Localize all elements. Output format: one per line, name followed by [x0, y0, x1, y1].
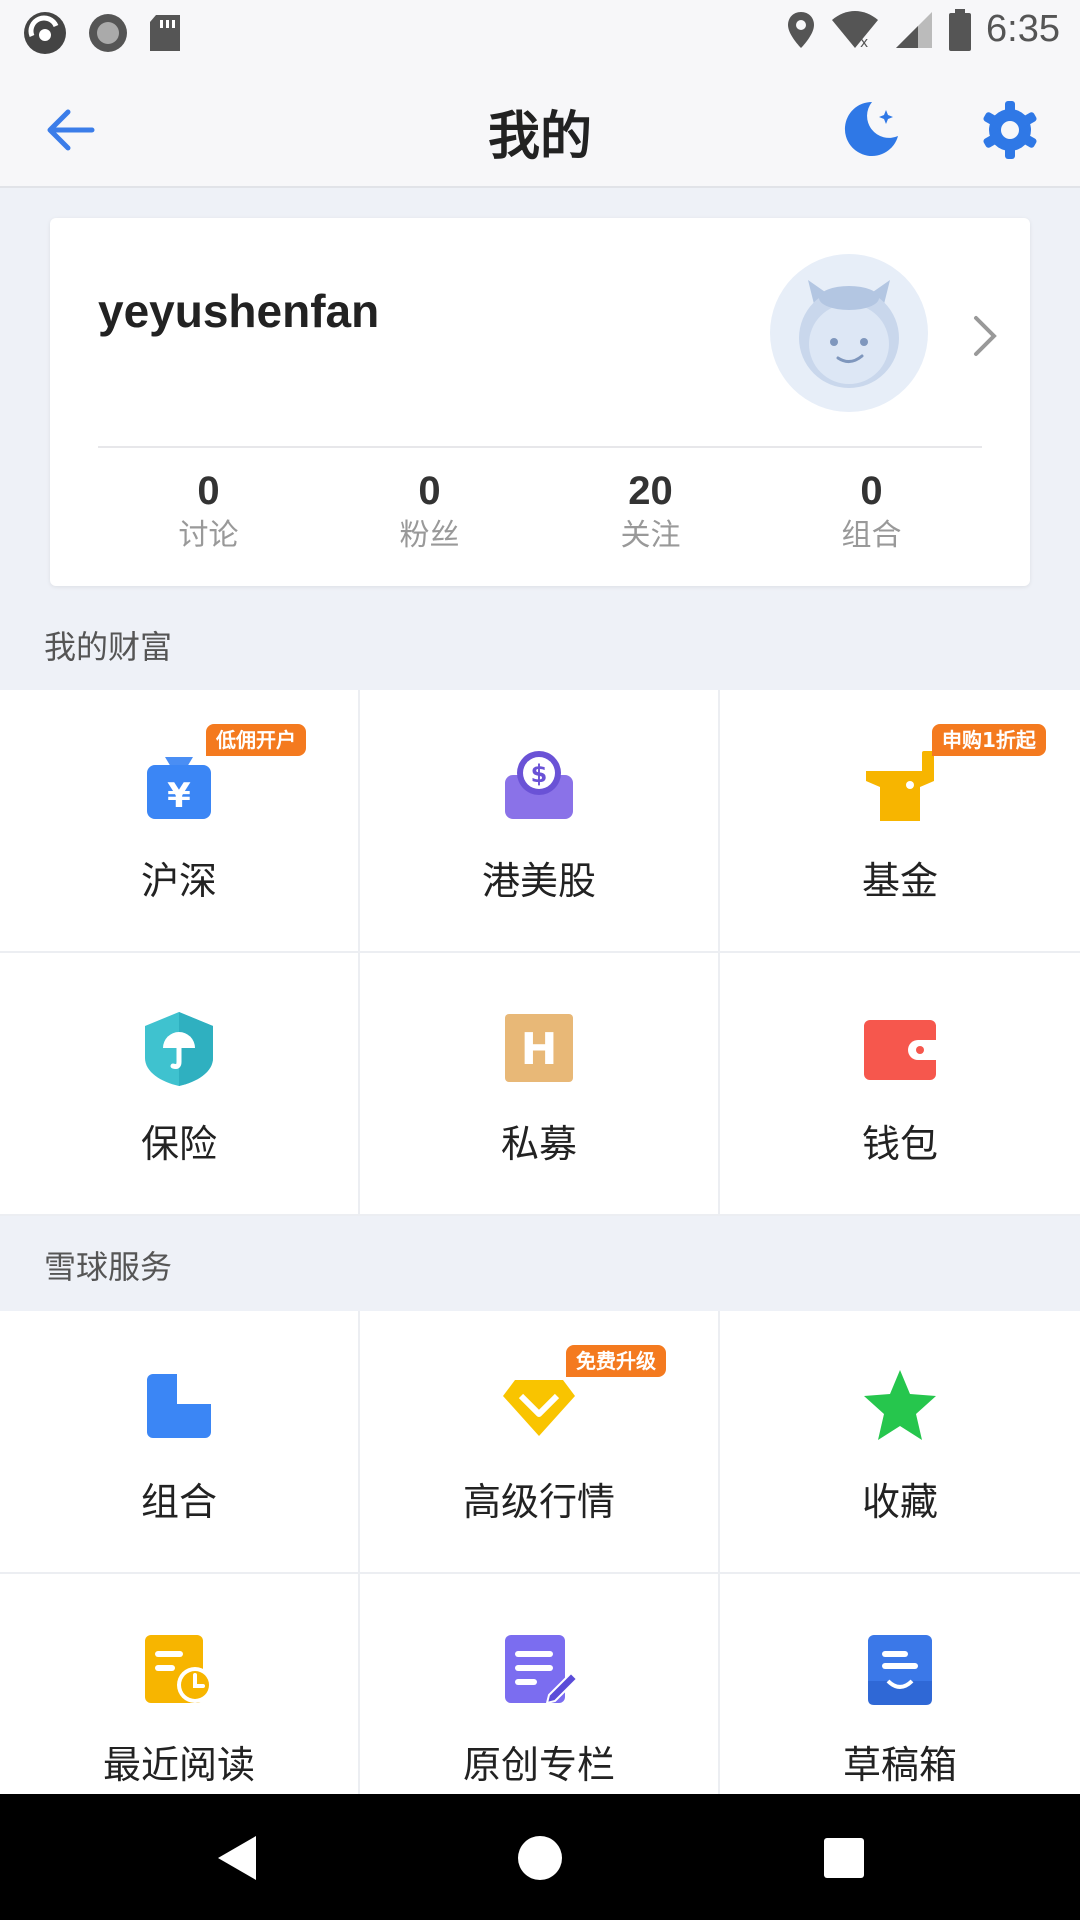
portfolio-icon [147, 1374, 211, 1438]
grid-item-label: 最近阅读 [102, 1743, 255, 1787]
grid-item-label: 组合 [140, 1480, 217, 1524]
service-item-favorites[interactable]: 收藏 [720, 1311, 1080, 1574]
stat-label: 关注 [620, 518, 681, 553]
stat-label: 讨论 [178, 518, 239, 553]
promo-badge: 申购1折起 [932, 724, 1046, 756]
chevron-right-icon[interactable] [962, 310, 1006, 362]
svg-text:¥: ¥ [167, 776, 191, 816]
stat-value: 20 [628, 469, 673, 513]
stat-followers[interactable]: 0 粉丝 [319, 468, 540, 556]
back-triangle-icon[interactable] [212, 1832, 264, 1884]
h-square-icon: H [505, 1014, 573, 1082]
wealth-item-insurance[interactable]: 保险 [0, 953, 360, 1216]
grid-item-label: 高级行情 [462, 1480, 615, 1524]
app-icon [24, 12, 66, 54]
grid-item-label: 原创专栏 [462, 1743, 615, 1787]
recents-square-icon[interactable] [818, 1832, 870, 1884]
fund-pot-icon [866, 751, 934, 821]
star-icon [864, 1370, 936, 1440]
promo-badge: 免费升级 [566, 1345, 666, 1377]
recent-read-icon [145, 1635, 213, 1703]
services-grid: 组合 免费升级 高级行情 收藏 最近阅读 原创专栏 草稿箱 [0, 1311, 1080, 1837]
wealth-item-wallet[interactable]: 钱包 [720, 953, 1080, 1216]
grid-item-label: 港美股 [481, 859, 596, 903]
wealth-grid: ¥ 低佣开户 沪深 $ 港美股 申购1折起 基金 保险 H 私募 钱包 [0, 690, 1080, 1216]
gear-icon[interactable] [978, 98, 1042, 162]
username: yeyushenfan [98, 285, 380, 337]
wealth-item-private-fund[interactable]: H 私募 [360, 953, 720, 1216]
location-icon [788, 11, 815, 48]
profile-card[interactable]: yeyushenfan 0 讨论 0 粉丝 20 关注 0 组合 [50, 218, 1030, 586]
promo-badge: 低佣开户 [206, 724, 306, 756]
stat-following[interactable]: 20 关注 [540, 468, 761, 556]
stat-label: 组合 [841, 518, 902, 553]
grid-item-label: 草稿箱 [842, 1743, 957, 1787]
avatar-face-icon [799, 280, 899, 388]
stat-value: 0 [418, 469, 441, 513]
status-bar: x 6:35 [0, 0, 1080, 66]
grid-item-label: 沪深 [140, 859, 217, 903]
stat-label: 粉丝 [399, 518, 460, 553]
grid-item-label: 保险 [140, 1122, 217, 1166]
app-header: 我的 [0, 66, 1080, 188]
service-item-portfolio[interactable]: 组合 [0, 1311, 360, 1574]
moon-icon[interactable] [836, 96, 902, 162]
svg-text:$: $ [531, 760, 548, 788]
circle-icon [89, 14, 127, 52]
wealth-item-hushen[interactable]: ¥ 低佣开户 沪深 [0, 690, 360, 953]
wealth-item-hk-us-stocks[interactable]: $ 港美股 [360, 690, 720, 953]
section-title-wealth: 我的财富 [44, 628, 173, 666]
avatar[interactable] [770, 254, 928, 412]
system-nav-bar [0, 1794, 1080, 1920]
home-circle-icon[interactable] [514, 1832, 566, 1884]
grid-item-label: 钱包 [861, 1122, 938, 1166]
grid-item-label: 基金 [861, 859, 938, 903]
stat-discussions[interactable]: 0 讨论 [98, 468, 319, 556]
shield-umbrella-icon [145, 1012, 213, 1086]
profile-stats: 0 讨论 0 粉丝 20 关注 0 组合 [98, 468, 982, 556]
grid-item-label: 收藏 [861, 1480, 938, 1524]
battery-icon [949, 8, 972, 51]
wifi-icon: x [832, 10, 879, 50]
drafts-icon [868, 1635, 932, 1705]
section-title-services: 雪球服务 [44, 1248, 173, 1286]
wallet-icon [864, 1020, 936, 1080]
svg-text:H: H [521, 1024, 558, 1075]
sd-card-icon [150, 15, 180, 51]
divider [98, 446, 982, 448]
signal-icon [896, 11, 933, 48]
clock: 6:35 [986, 8, 1060, 50]
svg-text:x: x [860, 35, 868, 50]
stat-portfolios[interactable]: 0 组合 [761, 468, 982, 556]
dollar-icon: $ [505, 751, 573, 819]
wealth-item-fund[interactable]: 申购1折起 基金 [720, 690, 1080, 953]
article-edit-icon [505, 1635, 579, 1705]
grid-item-label: 私募 [500, 1122, 577, 1166]
page-title: 我的 [487, 107, 592, 167]
diamond-icon [503, 1380, 575, 1436]
yuan-bag-icon: ¥ [147, 757, 211, 819]
service-item-premium-quotes[interactable]: 免费升级 高级行情 [360, 1311, 720, 1574]
stat-value: 0 [197, 469, 220, 513]
stat-value: 0 [860, 469, 883, 513]
